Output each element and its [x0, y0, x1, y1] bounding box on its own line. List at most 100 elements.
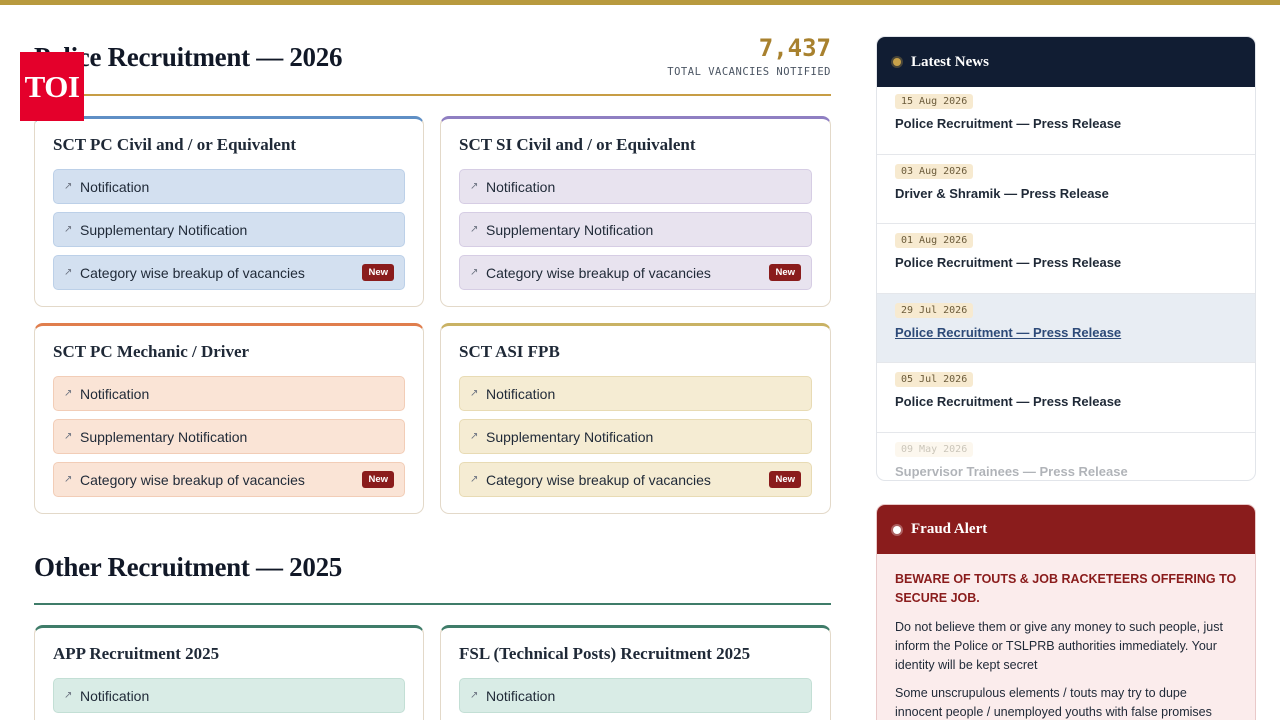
news-title-link[interactable]: Police Recruitment — Press Release: [895, 325, 1237, 340]
latest-news-header: Latest News: [877, 37, 1255, 87]
bullet-dot-icon: [893, 525, 901, 534]
card-title: SCT ASI FPB: [459, 342, 560, 361]
link-notification[interactable]: ↗ Notification: [53, 376, 405, 411]
recruitment-card: SCT SI Civil and / or Equivalent ↗ Notific…: [440, 116, 831, 307]
link-label: Supplementary Notification: [486, 428, 654, 445]
police-recruitment-section: Police Recruitment — 2026 7,437 TOTAL VA…: [34, 32, 831, 514]
arrow-up-right-icon: ↗: [470, 388, 479, 399]
link-label: Supplementary Notification: [80, 221, 248, 238]
section-title: Other Recruitment — 2025: [34, 552, 342, 582]
link-category-wise-breakup-of-vacancies[interactable]: ↗ Category wise breakup of vacancies New: [459, 255, 812, 290]
link-label: Notification: [486, 687, 556, 704]
news-item[interactable]: 03 Aug 2026 Driver & Shramik — Press Rele…: [877, 155, 1255, 224]
latest-news-heading: Latest News: [911, 53, 989, 70]
bullet-dot-icon: [893, 58, 901, 66]
arrow-up-right-icon: ↗: [470, 181, 479, 192]
recruitment-card-grid: SCT PC Civil and / or Equivalent ↗ Notific…: [34, 116, 831, 514]
news-date: 01 Aug 2026: [895, 233, 974, 248]
link-notification[interactable]: ↗ Notification: [459, 376, 812, 411]
latest-news-panel: Latest News 15 Aug 2026 Police Recruitmen…: [876, 36, 1256, 481]
link-category-wise-breakup-of-vacancies[interactable]: ↗ Category wise breakup of vacancies New: [459, 462, 812, 497]
total-vacancies-count: 7,437: [758, 34, 831, 62]
arrow-up-right-icon: ↗: [64, 267, 73, 278]
link-label: Supplementary Notification: [80, 428, 248, 445]
fraud-warning: BEWARE OF TOUTS & JOB RACKETEERS OFFERIN…: [895, 572, 1237, 605]
recruitment-card: FSL (Technical Posts) Recruitment 2025 ↗ N…: [440, 625, 831, 720]
fraud-paragraph: Do not believe them or give any money to…: [895, 620, 1223, 672]
news-date: 15 Aug 2026: [895, 94, 974, 109]
section-divider: [34, 603, 831, 605]
arrow-up-right-icon: ↗: [64, 474, 73, 485]
arrow-up-right-icon: ↗: [64, 690, 73, 701]
fraud-alert-header: Fraud Alert: [877, 505, 1255, 554]
recruitment-card: APP Recruitment 2025 ↗ Notification: [34, 625, 424, 720]
link-label: Category wise breakup of vacancies: [486, 471, 711, 488]
recruitment-card: SCT PC Civil and / or Equivalent ↗ Notific…: [34, 116, 424, 307]
link-label: Category wise breakup of vacancies: [486, 264, 711, 281]
link-label: Notification: [80, 385, 150, 402]
news-date: 05 Jul 2026: [895, 372, 974, 387]
news-title-link[interactable]: Police Recruitment — Press Release: [895, 116, 1237, 131]
link-notification[interactable]: ↗ Notification: [459, 169, 812, 204]
new-badge: New: [769, 264, 801, 281]
new-badge: New: [769, 471, 801, 488]
link-label: Notification: [486, 178, 556, 195]
card-title: SCT PC Civil and / or Equivalent: [53, 135, 297, 154]
card-title: SCT SI Civil and / or Equivalent: [459, 135, 696, 154]
link-category-wise-breakup-of-vacancies[interactable]: ↗ Category wise breakup of vacancies New: [53, 255, 405, 290]
section-divider: [34, 94, 831, 96]
fraud-alert-body: BEWARE OF TOUTS & JOB RACKETEERS OFFERIN…: [877, 554, 1255, 720]
link-label: Notification: [486, 385, 556, 402]
arrow-up-right-icon: ↗: [470, 690, 479, 701]
fraud-alert-heading: Fraud Alert: [911, 521, 988, 537]
arrow-up-right-icon: ↗: [470, 224, 479, 235]
recruitment-card: SCT PC Mechanic / Driver ↗ Notification ↗ Su…: [34, 323, 424, 514]
section-header: Police Recruitment — 2026 7,437 TOTAL VA…: [34, 32, 831, 96]
link-label: Notification: [80, 687, 150, 704]
link-supplementary-notification[interactable]: ↗ Supplementary Notification: [459, 419, 812, 454]
toi-logo[interactable]: TOI: [20, 52, 84, 121]
news-list[interactable]: 15 Aug 2026 Police Recruitment — Press Re…: [877, 87, 1255, 481]
link-category-wise-breakup-of-vacancies[interactable]: ↗ Category wise breakup of vacancies New: [53, 462, 405, 497]
arrow-up-right-icon: ↗: [64, 388, 73, 399]
link-label: Category wise breakup of vacancies: [80, 264, 305, 281]
news-date: 09 May 2026: [895, 441, 974, 457]
arrow-up-right-icon: ↗: [470, 267, 479, 278]
link-label: Category wise breakup of vacancies: [80, 471, 305, 488]
link-notification[interactable]: ↗ Notification: [53, 169, 405, 204]
news-item[interactable]: 01 Aug 2026 Police Recruitment — Press Re…: [877, 224, 1255, 294]
news-item[interactable]: 29 Jul 2026 Police Recruitment — Press Re…: [877, 293, 1255, 363]
arrow-up-right-icon: ↗: [470, 431, 479, 442]
link-label: Supplementary Notification: [486, 221, 654, 238]
fraud-paragraph: Some unscrupulous elements / touts may t…: [895, 686, 1212, 719]
news-item[interactable]: 05 Jul 2026 Police Recruitment — Press Re…: [877, 363, 1255, 433]
news-title-link[interactable]: Police Recruitment — Press Release: [895, 394, 1237, 409]
recruitment-card-grid: APP Recruitment 2025 ↗ Notification FSL (Te…: [34, 625, 831, 720]
news-title-link[interactable]: Driver & Shramik — Press Release: [895, 186, 1237, 201]
link-supplementary-notification[interactable]: ↗ Supplementary Notification: [53, 419, 405, 454]
news-title-link[interactable]: Police Recruitment — Press Release: [895, 255, 1237, 270]
news-item[interactable]: 09 May 2026 Supervisor Trainees — Press R…: [877, 433, 1255, 481]
link-supplementary-notification[interactable]: ↗ Supplementary Notification: [459, 212, 812, 247]
link-notification[interactable]: ↗ Notification: [53, 678, 405, 713]
link-supplementary-notification[interactable]: ↗ Supplementary Notification: [53, 212, 405, 247]
news-date: 03 Aug 2026: [895, 163, 974, 179]
news-title-link[interactable]: Supervisor Trainees — Press Release: [895, 464, 1237, 479]
card-title: SCT PC Mechanic / Driver: [53, 342, 250, 361]
arrow-up-right-icon: ↗: [64, 181, 73, 192]
arrow-up-right-icon: ↗: [64, 431, 73, 442]
link-label: Notification: [80, 178, 150, 195]
news-date: 29 Jul 2026: [895, 302, 974, 318]
total-vacancies-label: TOTAL VACANCIES NOTIFIED: [667, 66, 831, 78]
arrow-up-right-icon: ↗: [64, 224, 73, 235]
top-accent-bar: [0, 0, 1280, 5]
new-badge: New: [362, 264, 394, 281]
card-title: FSL (Technical Posts) Recruitment 2025: [459, 644, 751, 663]
arrow-up-right-icon: ↗: [470, 474, 479, 485]
other-recruitment-section: Other Recruitment — 2025 APP Recruitment…: [34, 552, 831, 720]
fraud-alert-panel: Fraud Alert BEWARE OF TOUTS & JOB RACKET…: [876, 504, 1256, 720]
recruitment-card: SCT ASI FPB ↗ Notification ↗ Supplementary N…: [440, 323, 831, 514]
news-item[interactable]: 15 Aug 2026 Police Recruitment — Press Re…: [877, 87, 1255, 155]
card-title: APP Recruitment 2025: [53, 644, 220, 663]
link-notification[interactable]: ↗ Notification: [459, 678, 812, 713]
